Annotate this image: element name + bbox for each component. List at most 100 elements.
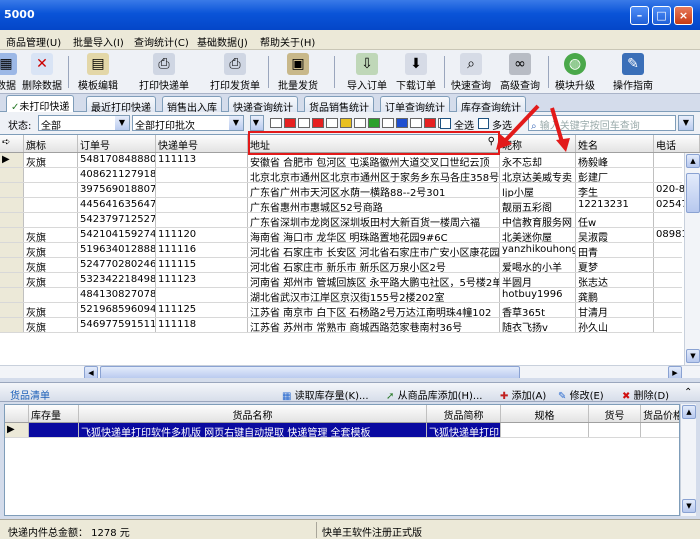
scroll-down-icon[interactable]: ▼	[682, 499, 696, 513]
cell-nick[interactable]: 靓丽五彩阁	[500, 198, 576, 212]
row-header[interactable]	[0, 168, 24, 182]
col-name[interactable]: 姓名	[576, 135, 654, 152]
cell-name[interactable]: 田青	[576, 243, 654, 257]
cell-express[interactable]: 111113	[156, 153, 248, 167]
goods-sku-cell[interactable]	[589, 423, 641, 437]
cell-express[interactable]: 111116	[156, 243, 248, 257]
maximize-button[interactable]: □	[652, 6, 671, 25]
scroll-left-icon[interactable]: ◀	[84, 366, 98, 378]
cell-order[interactable]: 44564163564720	[78, 198, 156, 212]
cell-nick[interactable]: 随衣飞扬v	[500, 318, 576, 332]
minimize-button[interactable]: –	[630, 6, 649, 25]
goods-vertical-scrollbar[interactable]: ▲ ▼	[680, 404, 696, 516]
cell-flag[interactable]	[24, 198, 78, 212]
template-edit-button[interactable]: ▤ 模板编辑	[68, 52, 128, 92]
cell-express[interactable]	[156, 168, 248, 182]
tab-unprinted[interactable]: ✓未打印快递	[6, 95, 75, 113]
cell-express[interactable]	[156, 183, 248, 197]
select-all-checkbox[interactable]	[440, 118, 451, 129]
menu-item-import[interactable]: 批量导入(I)	[73, 34, 124, 49]
cell-nick[interactable]: 中信教育服务网	[500, 213, 576, 227]
col-order-no[interactable]: 订单号	[78, 135, 156, 152]
table-row[interactable]: 39756901880720, 广东省广州市天河区水荫一横路88--2号301lj…	[0, 183, 700, 198]
cell-flag[interactable]: 灰旗	[24, 243, 78, 257]
row-header[interactable]	[0, 273, 24, 287]
row-header[interactable]	[0, 258, 24, 272]
col-goods-name[interactable]: 货品名称	[79, 405, 427, 422]
print-express-button[interactable]: ⎙ 打印快递单	[134, 52, 194, 92]
table-row[interactable]: 40862112791820 北京北京市通州区北京市通州区于家务乡东马各庄358号…	[0, 168, 700, 183]
cell-order[interactable]: 40862112791820	[78, 168, 156, 182]
search-dropdown[interactable]: ▼	[678, 115, 694, 131]
cell-nick[interactable]: 北美迷你屋	[500, 228, 576, 242]
tab-order-stats[interactable]: 订单查询统计	[380, 96, 450, 114]
goods-short-cell[interactable]: 飞狐快递单打印	[427, 423, 501, 437]
scroll-up-icon[interactable]: ▲	[682, 405, 696, 419]
grid-horizontal-scrollbar[interactable]: ◀ ▶	[0, 365, 700, 378]
table-row[interactable]: 44564163564720 广东省惠州市惠城区52号商路靓丽五彩阁1221323…	[0, 198, 700, 213]
cell-flag[interactable]	[24, 213, 78, 227]
flag-yellow-icon[interactable]	[340, 118, 352, 128]
tab-stock-io[interactable]: 销售出入库	[162, 96, 222, 114]
edit-button[interactable]: ✎ 修改(E)	[558, 387, 604, 402]
cell-flag[interactable]: 灰旗	[24, 273, 78, 287]
cell-address[interactable]: 河北省 石家庄市 新乐市 新乐区万泉小区2号	[248, 258, 500, 272]
col-express-no[interactable]: 快递单号	[156, 135, 248, 152]
cell-address[interactable]: 江苏省 南京市 白下区 石杨路2号万达江南明珠4幢102	[248, 303, 500, 317]
cell-address[interactable]: 安徽省 合肥市 包河区 屯溪路徽州大道交叉口世纪云顶	[248, 153, 500, 167]
flag-white-icon[interactable]	[270, 118, 282, 128]
flag-blue-icon[interactable]	[396, 118, 408, 128]
tab-sales-stats[interactable]: 货品销售统计	[304, 96, 374, 114]
row-header[interactable]	[0, 198, 24, 212]
cell-address[interactable]: 湖北省武汉市江岸区京汉街155号2楼202室	[248, 288, 500, 302]
goods-stock-cell[interactable]	[29, 423, 79, 437]
flag-red-icon[interactable]	[312, 118, 324, 128]
col-phone[interactable]: 电话	[654, 135, 700, 152]
delete-data-button[interactable]: ✕ 删除数据	[12, 52, 72, 92]
menu-item-basic[interactable]: 基础数据(J)	[197, 34, 248, 49]
cell-flag[interactable]: 灰旗	[24, 258, 78, 272]
cell-name[interactable]: 彭建厂	[576, 168, 654, 182]
flag-white-icon[interactable]	[326, 118, 338, 128]
col-price[interactable]: 货品价格	[641, 405, 679, 422]
scroll-right-icon[interactable]: ▶	[668, 366, 682, 378]
table-row[interactable]: 54237971252720 广东省深圳市龙岗区深圳坂田村大新百货一楼周六福中信教…	[0, 213, 700, 228]
col-sku[interactable]: 货号	[589, 405, 641, 422]
cell-name[interactable]: 吴淑霞	[576, 228, 654, 242]
cell-flag[interactable]: 灰旗	[24, 318, 78, 332]
module-upgrade-button[interactable]: ◍ 模块升级	[545, 52, 605, 92]
goods-row[interactable]: ▶ 飞狐快递单打印软件多机版 网页右键自动提取 快递管理 全套模板 飞狐快递单打…	[5, 423, 679, 438]
guide-button[interactable]: ✎ 操作指南	[603, 52, 663, 92]
table-row[interactable]: 48413082707820 湖北省武汉市江岸区京汉街155号2楼202室hotb…	[0, 288, 700, 303]
cell-flag[interactable]	[24, 183, 78, 197]
table-row[interactable]: 灰旗53234221849818111123河南省 郑州市 管城回族区 永平路大…	[0, 273, 700, 288]
row-header[interactable]	[0, 303, 24, 317]
cell-address[interactable]: 广东省深圳市龙岗区深圳坂田村大新百货一楼周六福	[248, 213, 500, 227]
cell-flag[interactable]: 灰旗	[24, 303, 78, 317]
cell-name[interactable]: 夏梦	[576, 258, 654, 272]
download-order-button[interactable]: ⬇ 下载订单	[386, 52, 446, 92]
cell-nick[interactable]: 香草365t	[500, 303, 576, 317]
close-button[interactable]: ×	[674, 6, 693, 25]
cell-express[interactable]: 111115	[156, 258, 248, 272]
flag-green-icon[interactable]	[368, 118, 380, 128]
table-row[interactable]: 灰旗52477028024618111115河北省 石家庄市 新乐市 新乐区万泉…	[0, 258, 700, 273]
print-shipping-button[interactable]: ⎙ 打印发货单	[205, 52, 265, 92]
flag-red-icon[interactable]	[284, 118, 296, 128]
cell-flag[interactable]: 灰旗	[24, 228, 78, 242]
col-flag[interactable]: 旗标	[24, 135, 78, 152]
cell-order[interactable]: 51963401288818	[78, 243, 156, 257]
cell-flag[interactable]: 灰旗	[24, 153, 78, 167]
row-header[interactable]	[0, 243, 24, 257]
menu-item-goods[interactable]: 商品管理(U)	[6, 34, 61, 49]
flag-white-icon[interactable]	[354, 118, 366, 128]
scroll-up-icon[interactable]: ▲	[686, 154, 700, 168]
cell-address[interactable]: 广东省广州市天河区水荫一横路88--2号301	[248, 183, 500, 197]
cell-name[interactable]: 张志达	[576, 273, 654, 287]
flag-white-icon[interactable]	[298, 118, 310, 128]
goods-price-cell[interactable]	[641, 423, 679, 437]
cell-express[interactable]	[156, 288, 248, 302]
cell-address[interactable]: 海南省 海口市 龙华区 明珠路置地花园9#6C	[248, 228, 500, 242]
cell-order[interactable]: 48413082707820	[78, 288, 156, 302]
cell-express[interactable]: 111125	[156, 303, 248, 317]
